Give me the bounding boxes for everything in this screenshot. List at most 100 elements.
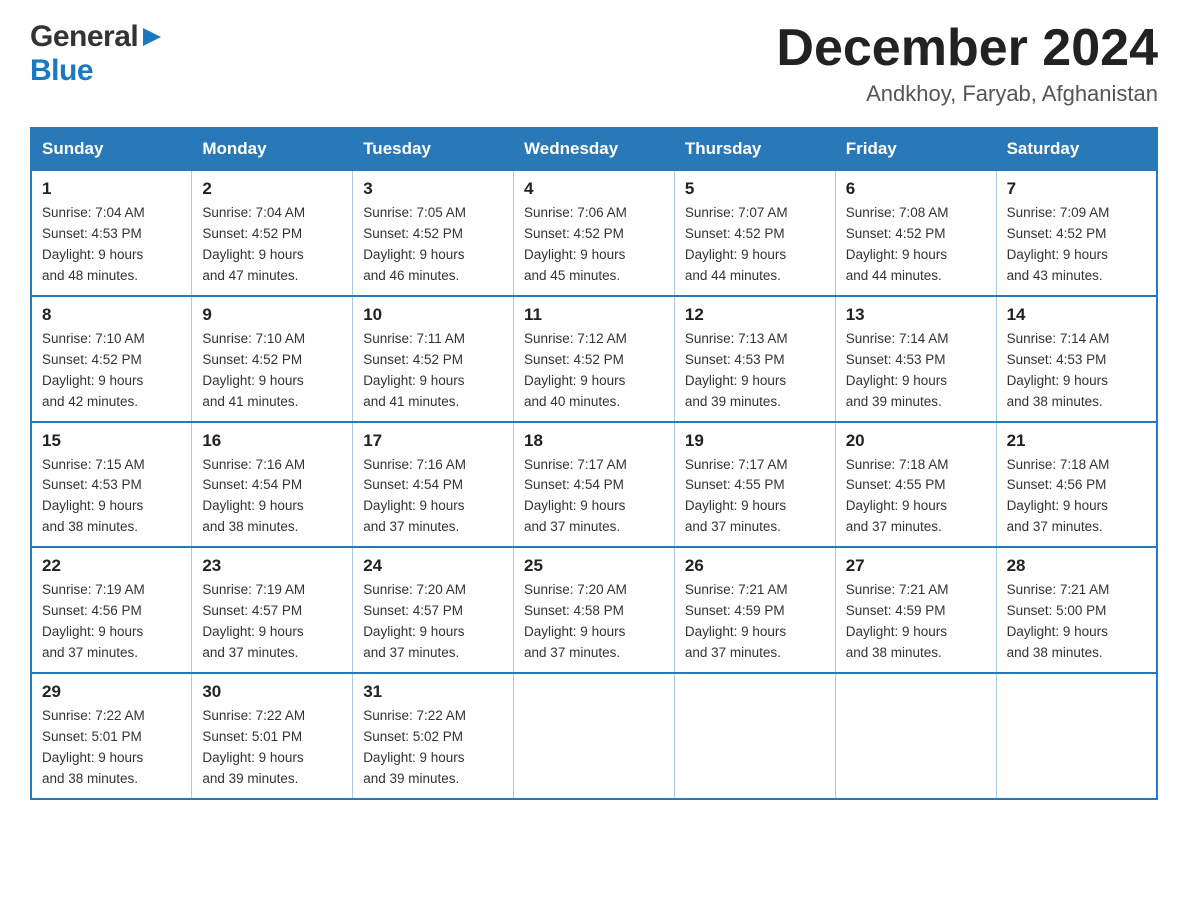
- daylight-minutes: and 38 minutes.: [42, 771, 138, 786]
- sunset-label: Sunset: 4:54 PM: [202, 477, 302, 492]
- day-info: Sunrise: 7:05 AM Sunset: 4:52 PM Dayligh…: [363, 203, 503, 287]
- sunset-label: Sunset: 4:55 PM: [685, 477, 785, 492]
- daylight-minutes: and 39 minutes.: [685, 394, 781, 409]
- calendar-header-row: Sunday Monday Tuesday Wednesday Thursday…: [31, 128, 1157, 170]
- table-row: 9 Sunrise: 7:10 AM Sunset: 4:52 PM Dayli…: [192, 296, 353, 422]
- sunset-label: Sunset: 5:01 PM: [42, 729, 142, 744]
- daylight-minutes: and 46 minutes.: [363, 268, 459, 283]
- sunrise-label: Sunrise: 7:11 AM: [363, 331, 465, 346]
- header-tuesday: Tuesday: [353, 128, 514, 170]
- daylight-label: Daylight: 9 hours: [363, 247, 464, 262]
- day-info: Sunrise: 7:20 AM Sunset: 4:57 PM Dayligh…: [363, 580, 503, 664]
- day-info: Sunrise: 7:10 AM Sunset: 4:52 PM Dayligh…: [42, 329, 181, 413]
- table-row: 30 Sunrise: 7:22 AM Sunset: 5:01 PM Dayl…: [192, 673, 353, 799]
- daylight-minutes: and 37 minutes.: [524, 519, 620, 534]
- daylight-minutes: and 37 minutes.: [685, 645, 781, 660]
- daylight-minutes: and 43 minutes.: [1007, 268, 1103, 283]
- table-row: 7 Sunrise: 7:09 AM Sunset: 4:52 PM Dayli…: [996, 170, 1157, 296]
- daylight-label: Daylight: 9 hours: [524, 373, 625, 388]
- table-row: 15 Sunrise: 7:15 AM Sunset: 4:53 PM Dayl…: [31, 422, 192, 548]
- location: Andkhoy, Faryab, Afghanistan: [776, 81, 1158, 107]
- daylight-minutes: and 44 minutes.: [846, 268, 942, 283]
- sunset-label: Sunset: 4:59 PM: [685, 603, 785, 618]
- sunrise-label: Sunrise: 7:22 AM: [202, 708, 305, 723]
- sunrise-label: Sunrise: 7:20 AM: [363, 582, 466, 597]
- day-number: 1: [42, 179, 181, 199]
- day-info: Sunrise: 7:16 AM Sunset: 4:54 PM Dayligh…: [202, 455, 342, 539]
- table-row: 25 Sunrise: 7:20 AM Sunset: 4:58 PM Dayl…: [514, 547, 675, 673]
- day-info: Sunrise: 7:11 AM Sunset: 4:52 PM Dayligh…: [363, 329, 503, 413]
- daylight-label: Daylight: 9 hours: [202, 624, 303, 639]
- day-number: 6: [846, 179, 986, 199]
- daylight-label: Daylight: 9 hours: [524, 247, 625, 262]
- daylight-minutes: and 40 minutes.: [524, 394, 620, 409]
- daylight-label: Daylight: 9 hours: [363, 750, 464, 765]
- day-number: 8: [42, 305, 181, 325]
- sunrise-label: Sunrise: 7:18 AM: [1007, 457, 1110, 472]
- day-number: 15: [42, 431, 181, 451]
- table-row: [674, 673, 835, 799]
- sunset-label: Sunset: 4:54 PM: [363, 477, 463, 492]
- month-title: December 2024: [776, 20, 1158, 77]
- daylight-label: Daylight: 9 hours: [42, 624, 143, 639]
- daylight-label: Daylight: 9 hours: [42, 498, 143, 513]
- day-info: Sunrise: 7:13 AM Sunset: 4:53 PM Dayligh…: [685, 329, 825, 413]
- table-row: 3 Sunrise: 7:05 AM Sunset: 4:52 PM Dayli…: [353, 170, 514, 296]
- day-number: 12: [685, 305, 825, 325]
- daylight-label: Daylight: 9 hours: [524, 624, 625, 639]
- daylight-minutes: and 47 minutes.: [202, 268, 298, 283]
- daylight-label: Daylight: 9 hours: [685, 373, 786, 388]
- sunset-label: Sunset: 4:52 PM: [42, 352, 142, 367]
- sunrise-label: Sunrise: 7:07 AM: [685, 205, 788, 220]
- daylight-minutes: and 38 minutes.: [1007, 394, 1103, 409]
- daylight-minutes: and 37 minutes.: [202, 645, 298, 660]
- daylight-label: Daylight: 9 hours: [685, 247, 786, 262]
- sunrise-label: Sunrise: 7:22 AM: [42, 708, 145, 723]
- table-row: [514, 673, 675, 799]
- sunrise-label: Sunrise: 7:14 AM: [1007, 331, 1110, 346]
- daylight-label: Daylight: 9 hours: [202, 247, 303, 262]
- day-number: 25: [524, 556, 664, 576]
- sunrise-label: Sunrise: 7:15 AM: [42, 457, 145, 472]
- day-info: Sunrise: 7:19 AM Sunset: 4:57 PM Dayligh…: [202, 580, 342, 664]
- sunrise-label: Sunrise: 7:09 AM: [1007, 205, 1110, 220]
- table-row: 5 Sunrise: 7:07 AM Sunset: 4:52 PM Dayli…: [674, 170, 835, 296]
- logo-blue: Blue: [30, 54, 93, 87]
- logo: General Blue: [30, 20, 163, 88]
- day-number: 31: [363, 682, 503, 702]
- day-number: 20: [846, 431, 986, 451]
- day-number: 5: [685, 179, 825, 199]
- calendar-week-row: 1 Sunrise: 7:04 AM Sunset: 4:53 PM Dayli…: [31, 170, 1157, 296]
- sunset-label: Sunset: 4:53 PM: [42, 477, 142, 492]
- table-row: 22 Sunrise: 7:19 AM Sunset: 4:56 PM Dayl…: [31, 547, 192, 673]
- logo-general: General: [30, 20, 138, 54]
- table-row: 21 Sunrise: 7:18 AM Sunset: 4:56 PM Dayl…: [996, 422, 1157, 548]
- sunset-label: Sunset: 4:53 PM: [1007, 352, 1107, 367]
- table-row: 6 Sunrise: 7:08 AM Sunset: 4:52 PM Dayli…: [835, 170, 996, 296]
- day-number: 3: [363, 179, 503, 199]
- header-thursday: Thursday: [674, 128, 835, 170]
- daylight-label: Daylight: 9 hours: [846, 247, 947, 262]
- sunset-label: Sunset: 5:01 PM: [202, 729, 302, 744]
- day-number: 26: [685, 556, 825, 576]
- sunrise-label: Sunrise: 7:18 AM: [846, 457, 949, 472]
- table-row: 18 Sunrise: 7:17 AM Sunset: 4:54 PM Dayl…: [514, 422, 675, 548]
- sunset-label: Sunset: 4:52 PM: [524, 226, 624, 241]
- table-row: 4 Sunrise: 7:06 AM Sunset: 4:52 PM Dayli…: [514, 170, 675, 296]
- table-row: 27 Sunrise: 7:21 AM Sunset: 4:59 PM Dayl…: [835, 547, 996, 673]
- sunset-label: Sunset: 4:52 PM: [1007, 226, 1107, 241]
- sunrise-label: Sunrise: 7:06 AM: [524, 205, 627, 220]
- sunset-label: Sunset: 5:02 PM: [363, 729, 463, 744]
- sunset-label: Sunset: 4:56 PM: [1007, 477, 1107, 492]
- daylight-label: Daylight: 9 hours: [363, 373, 464, 388]
- table-row: 17 Sunrise: 7:16 AM Sunset: 4:54 PM Dayl…: [353, 422, 514, 548]
- day-number: 17: [363, 431, 503, 451]
- day-info: Sunrise: 7:18 AM Sunset: 4:55 PM Dayligh…: [846, 455, 986, 539]
- day-number: 7: [1007, 179, 1146, 199]
- sunrise-label: Sunrise: 7:14 AM: [846, 331, 949, 346]
- table-row: [835, 673, 996, 799]
- table-row: 23 Sunrise: 7:19 AM Sunset: 4:57 PM Dayl…: [192, 547, 353, 673]
- daylight-minutes: and 37 minutes.: [524, 645, 620, 660]
- daylight-minutes: and 37 minutes.: [363, 519, 459, 534]
- sunrise-label: Sunrise: 7:19 AM: [202, 582, 305, 597]
